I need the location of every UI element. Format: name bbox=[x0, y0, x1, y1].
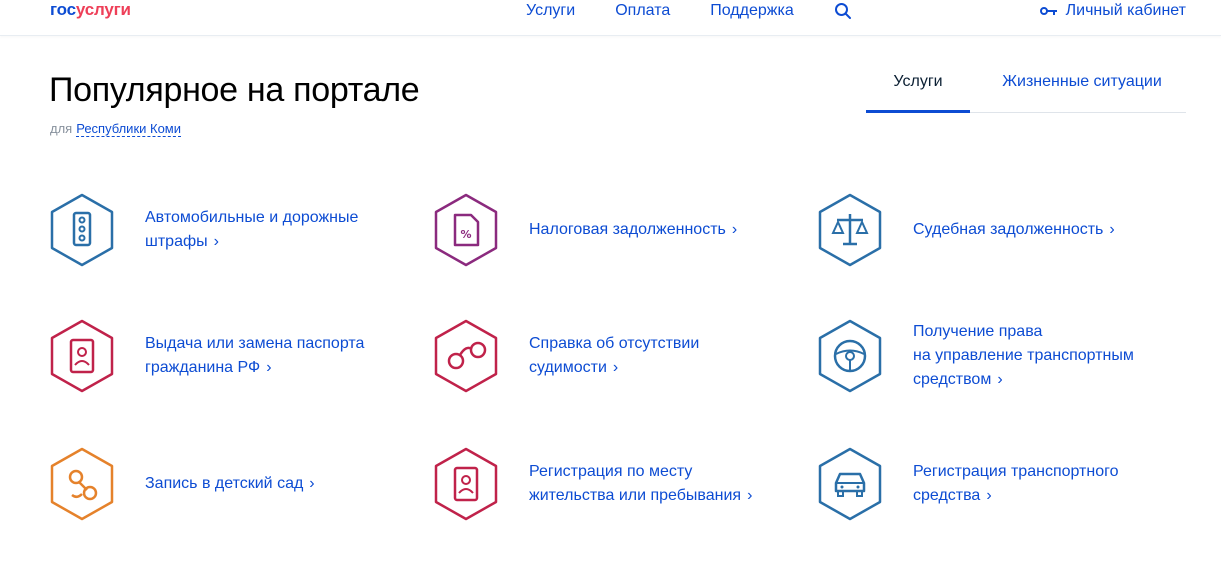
service-label-line1: Налоговая задолженность bbox=[529, 221, 726, 238]
service-item-residence-registration[interactable]: Регистрация по месту жительства или преб… bbox=[433, 447, 752, 521]
chevron-right-icon: › bbox=[997, 371, 1003, 388]
nav-link-services[interactable]: Услуги bbox=[526, 1, 575, 21]
chevron-right-icon: › bbox=[309, 475, 315, 492]
service-label: Справка об отсутствии судимости › bbox=[529, 332, 699, 380]
service-item-passport[interactable]: Выдача или замена паспорта гражданина РФ… bbox=[49, 319, 364, 393]
service-label: Судебная задолженность › bbox=[913, 218, 1115, 242]
service-label-line1: Запись в детский сад bbox=[145, 475, 304, 492]
traffic-light-icon bbox=[50, 193, 114, 267]
service-label: Регистрация по месту жительства или преб… bbox=[529, 460, 752, 508]
service-label-line2: судимости bbox=[529, 359, 607, 376]
service-label: Выдача или замена паспорта гражданина РФ… bbox=[145, 332, 364, 380]
top-header: госуслуги Услуги Оплата Поддержка Личный… bbox=[0, 0, 1221, 36]
chevron-right-icon: › bbox=[213, 233, 219, 250]
chevron-right-icon: › bbox=[731, 221, 738, 238]
tabs: Услуги Жизненные ситуации bbox=[866, 60, 1186, 113]
region-prefix: для bbox=[50, 121, 73, 136]
service-label: Налоговая задолженность › bbox=[529, 218, 737, 242]
logo-text-part1: гос bbox=[50, 0, 76, 19]
service-label-line1: Судебная задолженность bbox=[913, 221, 1104, 238]
region-link[interactable]: Республики Коми bbox=[76, 121, 182, 137]
region-selector: для Республики Коми bbox=[50, 121, 182, 137]
tab-services[interactable]: Услуги bbox=[866, 60, 970, 113]
personal-account-label: Личный кабинет bbox=[1065, 2, 1186, 19]
car-icon bbox=[818, 447, 882, 521]
service-label-line2: на управление транспортным bbox=[913, 347, 1134, 364]
service-label-line2: штрафы bbox=[145, 233, 208, 250]
service-label-line2: жительства или пребывания bbox=[529, 487, 742, 504]
service-item-kindergarten[interactable]: Запись в детский сад › bbox=[49, 447, 315, 521]
service-label-line1: Регистрация транспортного bbox=[913, 463, 1119, 480]
tab-life-situations[interactable]: Жизненные ситуации bbox=[978, 60, 1186, 113]
nav-link-payment[interactable]: Оплата bbox=[615, 1, 670, 21]
chevron-right-icon: › bbox=[1109, 221, 1115, 238]
logo-text-part2: услуги bbox=[75, 0, 131, 19]
passport-icon bbox=[50, 319, 114, 393]
service-label-line1: Выдача или замена паспорта bbox=[145, 335, 365, 352]
svg-text:%: % bbox=[460, 228, 471, 241]
handcuffs-icon bbox=[434, 319, 498, 393]
service-label-line3: средством bbox=[913, 371, 992, 388]
main-nav: Услуги Оплата Поддержка bbox=[526, 0, 852, 22]
steering-wheel-icon bbox=[818, 319, 882, 393]
chevron-right-icon: › bbox=[612, 359, 619, 376]
service-item-traffic-fines[interactable]: Автомобильные и дорожные штрафы › bbox=[49, 193, 358, 267]
service-item-criminal-record[interactable]: Справка об отсутствии судимости › bbox=[433, 319, 699, 393]
chevron-right-icon: › bbox=[747, 487, 753, 504]
service-label-line1: Получение права bbox=[913, 323, 1043, 340]
page-title: Популярное на портале bbox=[49, 71, 420, 109]
service-item-vehicle-registration[interactable]: Регистрация транспортного средства › bbox=[817, 447, 1119, 521]
service-label-line1: Справка об отсутствии bbox=[529, 335, 700, 352]
service-label-line1: Автомобильные и дорожные bbox=[145, 209, 359, 226]
gosuslugi-logo[interactable]: госуслуги bbox=[50, 0, 131, 20]
service-label: Получение права на управление транспортн… bbox=[913, 320, 1134, 392]
scales-icon bbox=[818, 193, 882, 267]
tax-document-icon: % bbox=[434, 193, 498, 267]
personal-account-link[interactable]: Личный кабинет bbox=[1039, 0, 1186, 22]
service-label-line2: гражданина РФ bbox=[145, 359, 261, 376]
service-label-line1: Регистрация по месту bbox=[529, 463, 693, 480]
service-label: Запись в детский сад › bbox=[145, 472, 315, 496]
service-label: Автомобильные и дорожные штрафы › bbox=[145, 206, 358, 254]
service-item-tax-debt[interactable]: % Налоговая задолженность › bbox=[433, 193, 737, 267]
service-item-driving-license[interactable]: Получение права на управление транспортн… bbox=[817, 319, 1134, 393]
key-icon bbox=[1039, 7, 1057, 15]
chevron-right-icon: › bbox=[986, 487, 992, 504]
service-label: Регистрация транспортного средства › bbox=[913, 460, 1119, 508]
service-item-court-debt[interactable]: Судебная задолженность › bbox=[817, 193, 1115, 267]
pacifier-icon bbox=[50, 447, 114, 521]
search-icon[interactable] bbox=[834, 2, 852, 20]
nav-link-support[interactable]: Поддержка bbox=[710, 1, 793, 21]
registration-document-icon bbox=[434, 447, 498, 521]
chevron-right-icon: › bbox=[266, 359, 272, 376]
service-label-line2: средства bbox=[913, 487, 981, 504]
